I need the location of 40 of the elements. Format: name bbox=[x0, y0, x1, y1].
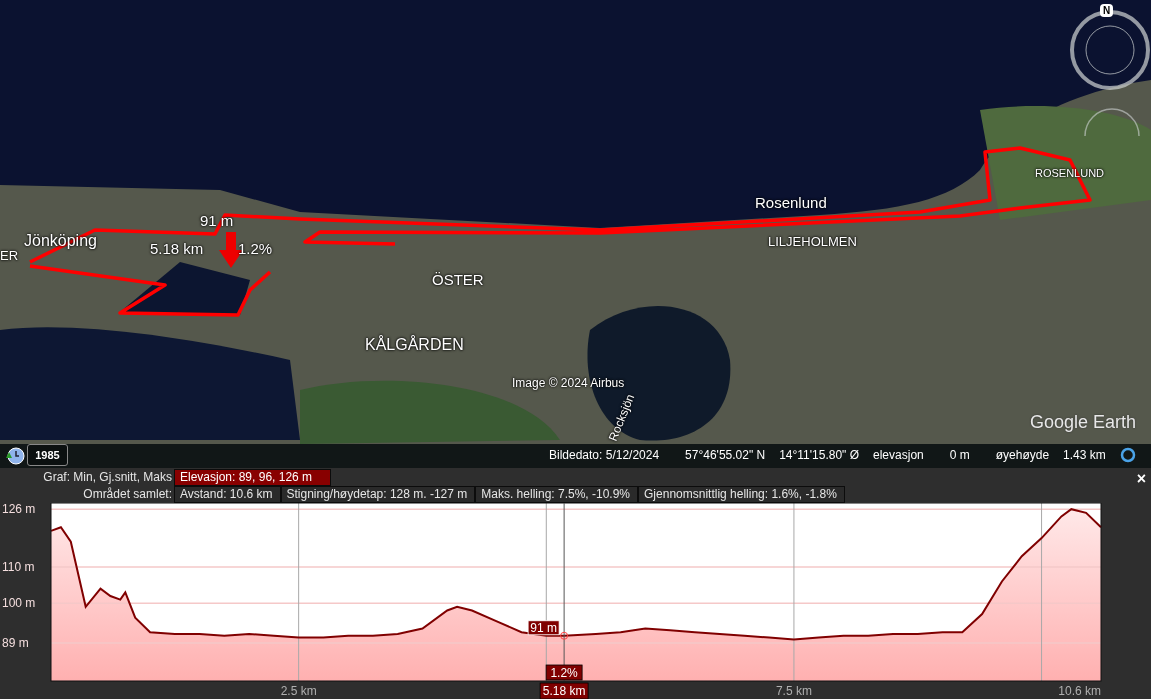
route-distance-label: 5.18 km bbox=[150, 241, 204, 258]
annotation: 1.2% bbox=[550, 665, 579, 680]
image-date: Bildedato: 5/12/2024 bbox=[549, 448, 660, 462]
summary-value: Avstand: 10.6 km bbox=[174, 486, 281, 503]
longitude: 14°11'15.80" Ø bbox=[779, 448, 860, 462]
y-axis-label: 110 m bbox=[2, 560, 35, 575]
map-label: Rosenlund bbox=[755, 195, 827, 212]
close-button[interactable]: × bbox=[1133, 471, 1149, 487]
elevation-summary: Elevasjon: 89, 96, 126 m bbox=[174, 469, 332, 486]
elevation-label: elevasjon bbox=[873, 448, 924, 462]
annotation: 91 m bbox=[530, 620, 557, 635]
loading-circle-icon bbox=[1119, 447, 1136, 463]
summary-value: Maks. helling: 7.5%, -10.9% bbox=[475, 486, 639, 503]
x-axis-label: 7.5 km bbox=[775, 684, 812, 698]
map-label: LILJEHOLMEN bbox=[768, 235, 857, 250]
y-axis-label: 89 m bbox=[2, 636, 29, 650]
eye-altitude-value: 1.43 km bbox=[1063, 448, 1106, 462]
map-label: KÅLGÅRDEN bbox=[365, 336, 464, 354]
y-axis-label: 100 m bbox=[2, 596, 36, 611]
compass-icon[interactable] bbox=[1068, 8, 1151, 92]
summary-label: Området samlet: bbox=[82, 486, 173, 503]
route-grade-label: 1.2% bbox=[238, 241, 273, 258]
summary-value: Stigning/høydetap: 128 m. -127 m bbox=[280, 486, 476, 503]
eye-altitude-label: øyehøyde bbox=[995, 448, 1050, 462]
map-label: ÖSTER bbox=[432, 272, 484, 289]
map-label: ER bbox=[0, 249, 19, 264]
summary-value: Gjennomsnittlig helling: 1.6%, -1.8% bbox=[638, 486, 845, 503]
x-axis-label: 2.5 km bbox=[280, 684, 317, 698]
clock-icon[interactable] bbox=[5, 446, 25, 466]
cursor-distance-tag: 5.18 km bbox=[539, 682, 589, 699]
historical-imagery-year[interactable]: 1985 bbox=[27, 444, 68, 466]
x-axis-label: 10.6 km bbox=[1058, 684, 1101, 698]
latitude: 57°46'55.02" N bbox=[685, 448, 766, 462]
y-axis-label: 126 m bbox=[2, 503, 36, 517]
cursor-grade-tag: 1.2% bbox=[545, 664, 583, 681]
graph-label: Graf: Min, Gj.snitt, Maks bbox=[42, 469, 173, 486]
imagery-attribution: Image © 2024 Airbus bbox=[512, 377, 625, 391]
logo-text: Google Earth bbox=[1030, 412, 1137, 433]
elevation-value: 0 m bbox=[949, 448, 970, 462]
north-indicator: N bbox=[1100, 4, 1113, 17]
